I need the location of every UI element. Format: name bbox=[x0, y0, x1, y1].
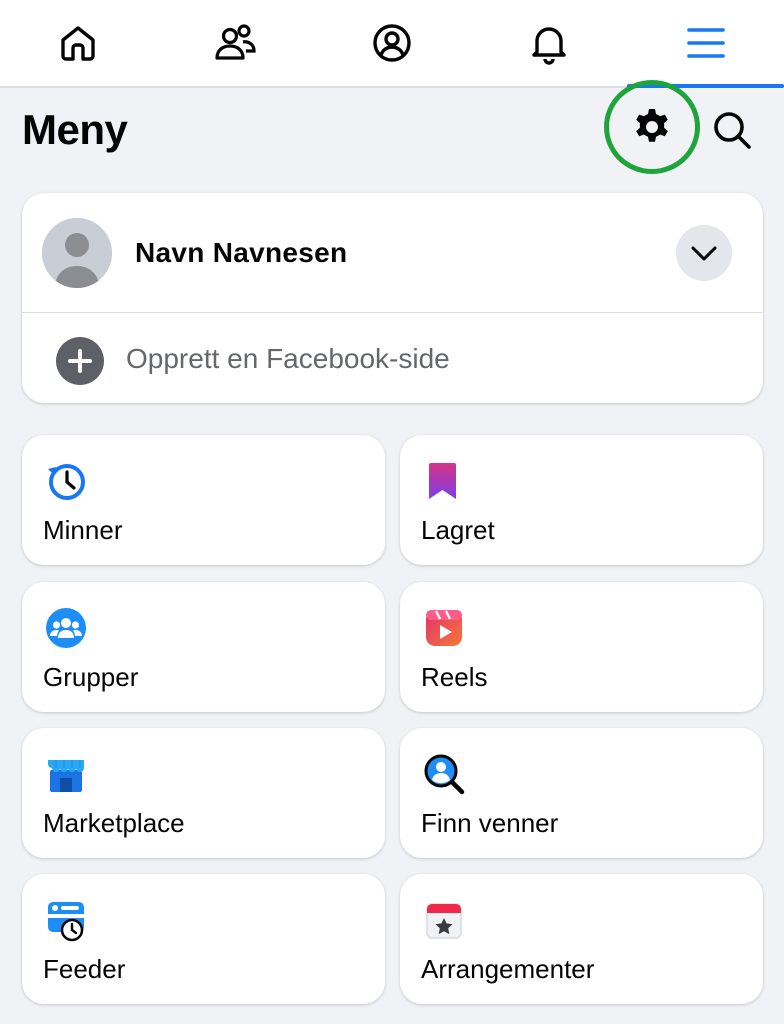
tab-home[interactable] bbox=[0, 0, 157, 86]
shortcut-saved[interactable]: Lagret bbox=[400, 435, 763, 565]
shortcut-label: Marketplace bbox=[43, 808, 185, 838]
events-icon bbox=[426, 903, 462, 939]
marketplace-icon bbox=[48, 760, 84, 792]
shortcut-marketplace[interactable]: Marketplace bbox=[22, 728, 385, 858]
page-title: Meny bbox=[22, 106, 128, 153]
settings-button[interactable] bbox=[604, 80, 700, 174]
shortcut-label: Feeder bbox=[43, 954, 126, 984]
shortcut-label: Lagret bbox=[421, 515, 495, 545]
shortcut-label: Reels bbox=[421, 662, 488, 692]
switch-profile-button[interactable] bbox=[676, 225, 732, 281]
find-friends-icon bbox=[424, 754, 465, 795]
shortcut-memories[interactable]: Minner bbox=[22, 435, 385, 565]
top-navigation bbox=[0, 0, 784, 88]
tab-friends[interactable] bbox=[157, 0, 314, 86]
shortcut-find-friends[interactable]: Finn venner bbox=[400, 728, 763, 858]
profile-name: Navn Navnesen bbox=[135, 237, 348, 268]
create-page-label: Opprett en Facebook-side bbox=[126, 343, 450, 374]
tab-profile[interactable] bbox=[314, 0, 471, 86]
plus-circle bbox=[56, 337, 104, 385]
avatar[interactable] bbox=[42, 218, 112, 288]
chevron-down-icon bbox=[691, 246, 717, 261]
menu-icon bbox=[686, 28, 725, 58]
search-icon bbox=[714, 112, 751, 149]
plus-icon bbox=[68, 349, 92, 373]
shortcut-events[interactable]: Arrangementer bbox=[400, 874, 763, 1004]
shortcut-label: Grupper bbox=[43, 662, 139, 692]
shortcut-label: Finn venner bbox=[421, 808, 559, 838]
shortcut-groups[interactable]: Grupper bbox=[22, 582, 385, 712]
reels-icon bbox=[426, 610, 462, 646]
search-button[interactable] bbox=[706, 104, 758, 156]
friends-icon bbox=[215, 24, 256, 60]
home-icon bbox=[61, 26, 96, 61]
groups-icon bbox=[46, 608, 86, 648]
shortcut-label: Arrangementer bbox=[421, 954, 595, 984]
tab-menu[interactable] bbox=[627, 0, 784, 88]
menu-header: Meny bbox=[0, 80, 784, 176]
profile-card: Navn Navnesen Opprett en Facebook-side bbox=[22, 193, 763, 403]
shortcut-label: Minner bbox=[43, 515, 123, 545]
memories-icon bbox=[48, 464, 85, 500]
gear-icon bbox=[636, 109, 668, 142]
shortcut-reels[interactable]: Reels bbox=[400, 582, 763, 712]
default-avatar-icon bbox=[42, 218, 112, 288]
feeds-icon bbox=[48, 902, 84, 942]
create-page-button[interactable]: Opprett en Facebook-side bbox=[22, 313, 763, 403]
tab-notifications[interactable] bbox=[470, 0, 627, 86]
shortcut-feeds[interactable]: Feeder bbox=[22, 874, 385, 1004]
saved-icon bbox=[429, 463, 456, 499]
profile-icon bbox=[373, 24, 411, 62]
bell-icon bbox=[532, 27, 566, 65]
profile-row[interactable]: Navn Navnesen bbox=[22, 193, 763, 313]
